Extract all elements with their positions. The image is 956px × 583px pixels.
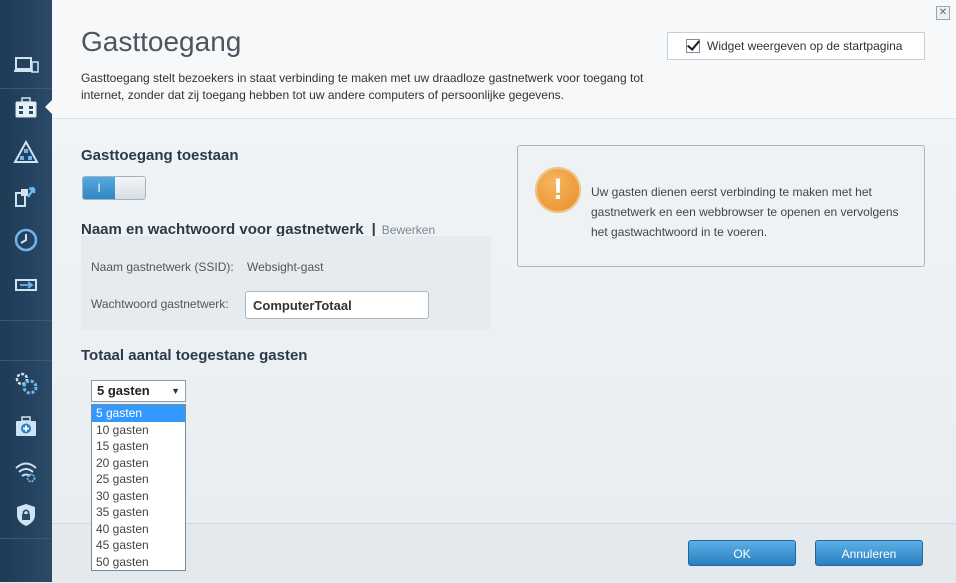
ssid-value: Websight-gast (247, 260, 324, 274)
wifi-icon (15, 462, 37, 483)
troubleshooting-icon (16, 416, 36, 436)
dropdown-option[interactable]: 10 gasten (92, 422, 185, 439)
sidebar-item-connectivity[interactable] (0, 360, 52, 406)
devices-icon (14, 57, 39, 73)
credentials-box: Naam gastnetwerk (SSID): Websight-gast W… (81, 236, 491, 330)
cancel-button[interactable]: Annuleren (815, 540, 923, 566)
dropdown-option[interactable]: 25 gasten (92, 471, 185, 488)
page-description: Gasttoegang stelt bezoekers in staat ver… (81, 71, 644, 102)
active-indicator (45, 100, 52, 114)
usb-icon (15, 279, 37, 291)
sidebar-item-wireless[interactable] (0, 448, 52, 494)
sidebar (0, 0, 52, 582)
total-guests-heading: Totaal aantal toegestane gasten (81, 347, 308, 364)
toggle-on-label: I (83, 177, 115, 199)
sidebar-item-usb-storage[interactable] (0, 262, 52, 308)
widget-checkbox[interactable] (686, 39, 700, 53)
sidebar-item-network-map[interactable] (0, 130, 52, 176)
warning-icon: ! (535, 167, 581, 213)
sidebar-item-troubleshooting[interactable] (0, 404, 52, 450)
footer: OK Annuleren (52, 523, 956, 583)
guest-count-selected-value: 5 gasten (97, 383, 150, 398)
dropdown-option[interactable]: 50 gasten (92, 554, 185, 571)
sidebar-item-parental-controls[interactable] (0, 217, 52, 263)
guest-count-dropdown-list: 5 gasten 10 gasten 15 gasten 20 gasten 2… (91, 404, 186, 571)
dropdown-option[interactable]: 40 gasten (92, 521, 185, 538)
dropdown-option[interactable]: 35 gasten (92, 504, 185, 521)
dropdown-option[interactable]: 30 gasten (92, 488, 185, 505)
header: Gasttoegang Gasttoegang stelt bezoekers … (52, 0, 956, 119)
dropdown-option[interactable]: 15 gasten (92, 438, 185, 455)
main-panel: Gasttoegang Gasttoegang stelt bezoekers … (52, 0, 956, 583)
toolbox-icon (15, 97, 37, 118)
info-box: ! Uw gasten dienen eerst verbinding te m… (517, 145, 925, 267)
dropdown-arrow-icon[interactable]: ▼ (171, 381, 180, 401)
widget-checkbox-label: Widget weergeven op de startpagina (707, 39, 903, 53)
password-label: Wachtwoord gastnetwerk: (91, 297, 229, 311)
content-area: Gasttoegang toestaan I Naam en wachtwoor… (52, 119, 956, 524)
widget-checkbox-row[interactable]: Widget weergeven op de startpagina (667, 32, 925, 60)
page-title: Gasttoegang (81, 26, 242, 57)
guest-access-toggle[interactable]: I (82, 176, 146, 200)
ssid-label: Naam gastnetwerk (SSID): (91, 260, 234, 274)
dropdown-option[interactable]: 20 gasten (92, 455, 185, 472)
toggle-knob[interactable] (115, 177, 145, 199)
settings-gears-icon (15, 372, 38, 395)
clock-icon (14, 228, 38, 252)
security-icon (17, 504, 35, 526)
close-button[interactable]: ✕ (936, 6, 950, 20)
dropdown-option[interactable]: 5 gasten (92, 405, 185, 422)
ok-button[interactable]: OK (688, 540, 796, 566)
password-field[interactable]: ComputerTotaal (245, 291, 429, 319)
sidebar-item-priority[interactable] (0, 173, 52, 219)
edit-link[interactable]: Bewerken (382, 223, 435, 237)
guest-count-select[interactable]: 5 gasten ▼ (91, 380, 186, 402)
dropdown-option[interactable]: 45 gasten (92, 537, 185, 554)
allow-guest-access-heading: Gasttoegang toestaan (81, 147, 239, 164)
info-text: Uw gasten dienen eerst verbinding te mak… (591, 185, 899, 239)
priority-icon (15, 186, 36, 207)
sidebar-item-devices[interactable] (0, 42, 52, 88)
network-map-icon (13, 140, 39, 163)
sidebar-item-security[interactable] (0, 492, 52, 538)
